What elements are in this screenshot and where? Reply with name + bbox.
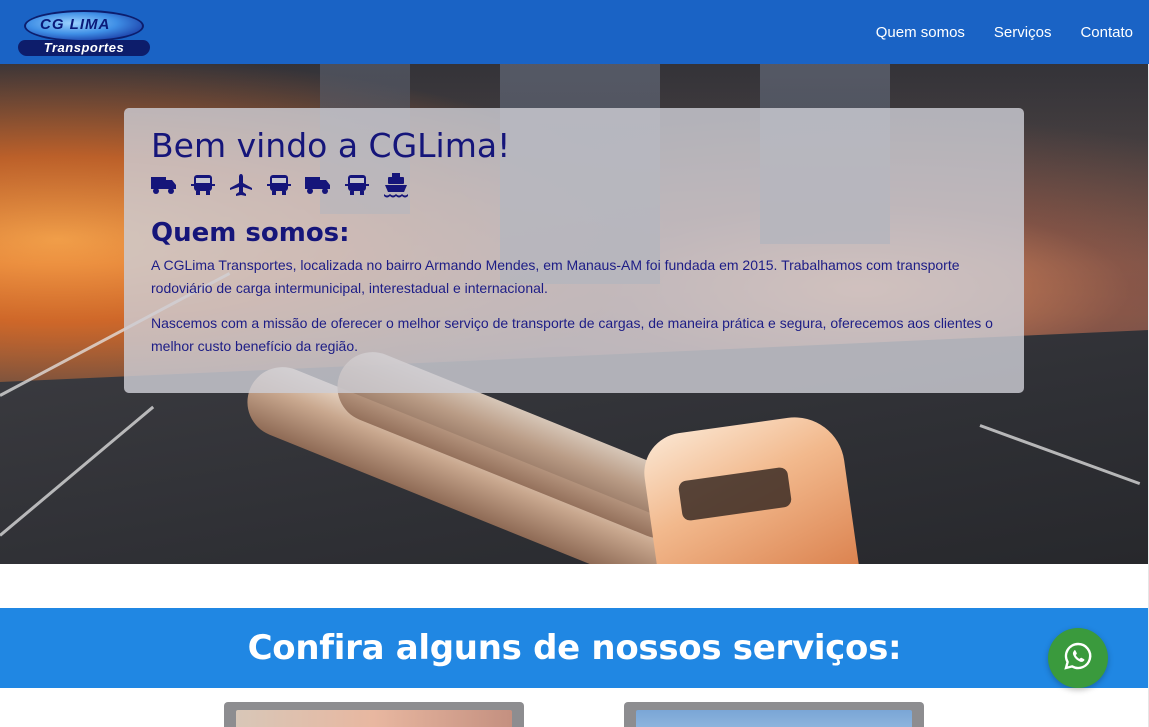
nav-menu: Quem somos Serviços Contato [876,24,1133,41]
nav-link-servicos[interactable]: Serviços [994,24,1052,41]
logo-top-text: CG LIMA [40,16,111,33]
about-paragraph: A CGLima Transportes, localizada no bair… [151,257,960,296]
services-section: Confira alguns de nossos serviços: [0,608,1149,727]
bus-icon [191,173,215,197]
navbar: CG LIMA Transportes Quem somos Serviços … [0,0,1149,64]
bus-icon [267,173,291,197]
airplane-icon [229,173,253,197]
service-card[interactable] [224,702,524,727]
bus-icon [345,173,369,197]
service-card[interactable] [624,702,924,727]
services-header: Confira alguns de nossos serviços: [0,608,1149,688]
nav-link-quem-somos[interactable]: Quem somos [876,24,965,41]
service-image [236,710,512,727]
hero-section: Bem vindo a CGLima! Quem somos: A CGLima… [0,64,1149,564]
whatsapp-icon [1063,641,1093,675]
about-paragraph: Nascemos com a missão de oferecer o melh… [151,315,993,354]
brand-logo[interactable]: CG LIMA Transportes [18,8,150,56]
logo-bottom-text: Transportes [18,40,150,56]
truck-icon [305,174,331,196]
transport-icons [151,172,997,198]
whatsapp-button[interactable] [1048,628,1108,688]
hero-title: Bem vindo a CGLima! [151,126,511,165]
nav-link-contato[interactable]: Contato [1080,24,1133,41]
service-image [636,710,912,727]
services-title: Confira alguns de nossos serviços: [247,628,902,668]
welcome-card: Bem vindo a CGLima! Quem somos: A CGLima… [124,108,1024,393]
ship-icon [383,172,409,198]
about-title: Quem somos: [151,218,350,248]
truck-icon [151,174,177,196]
